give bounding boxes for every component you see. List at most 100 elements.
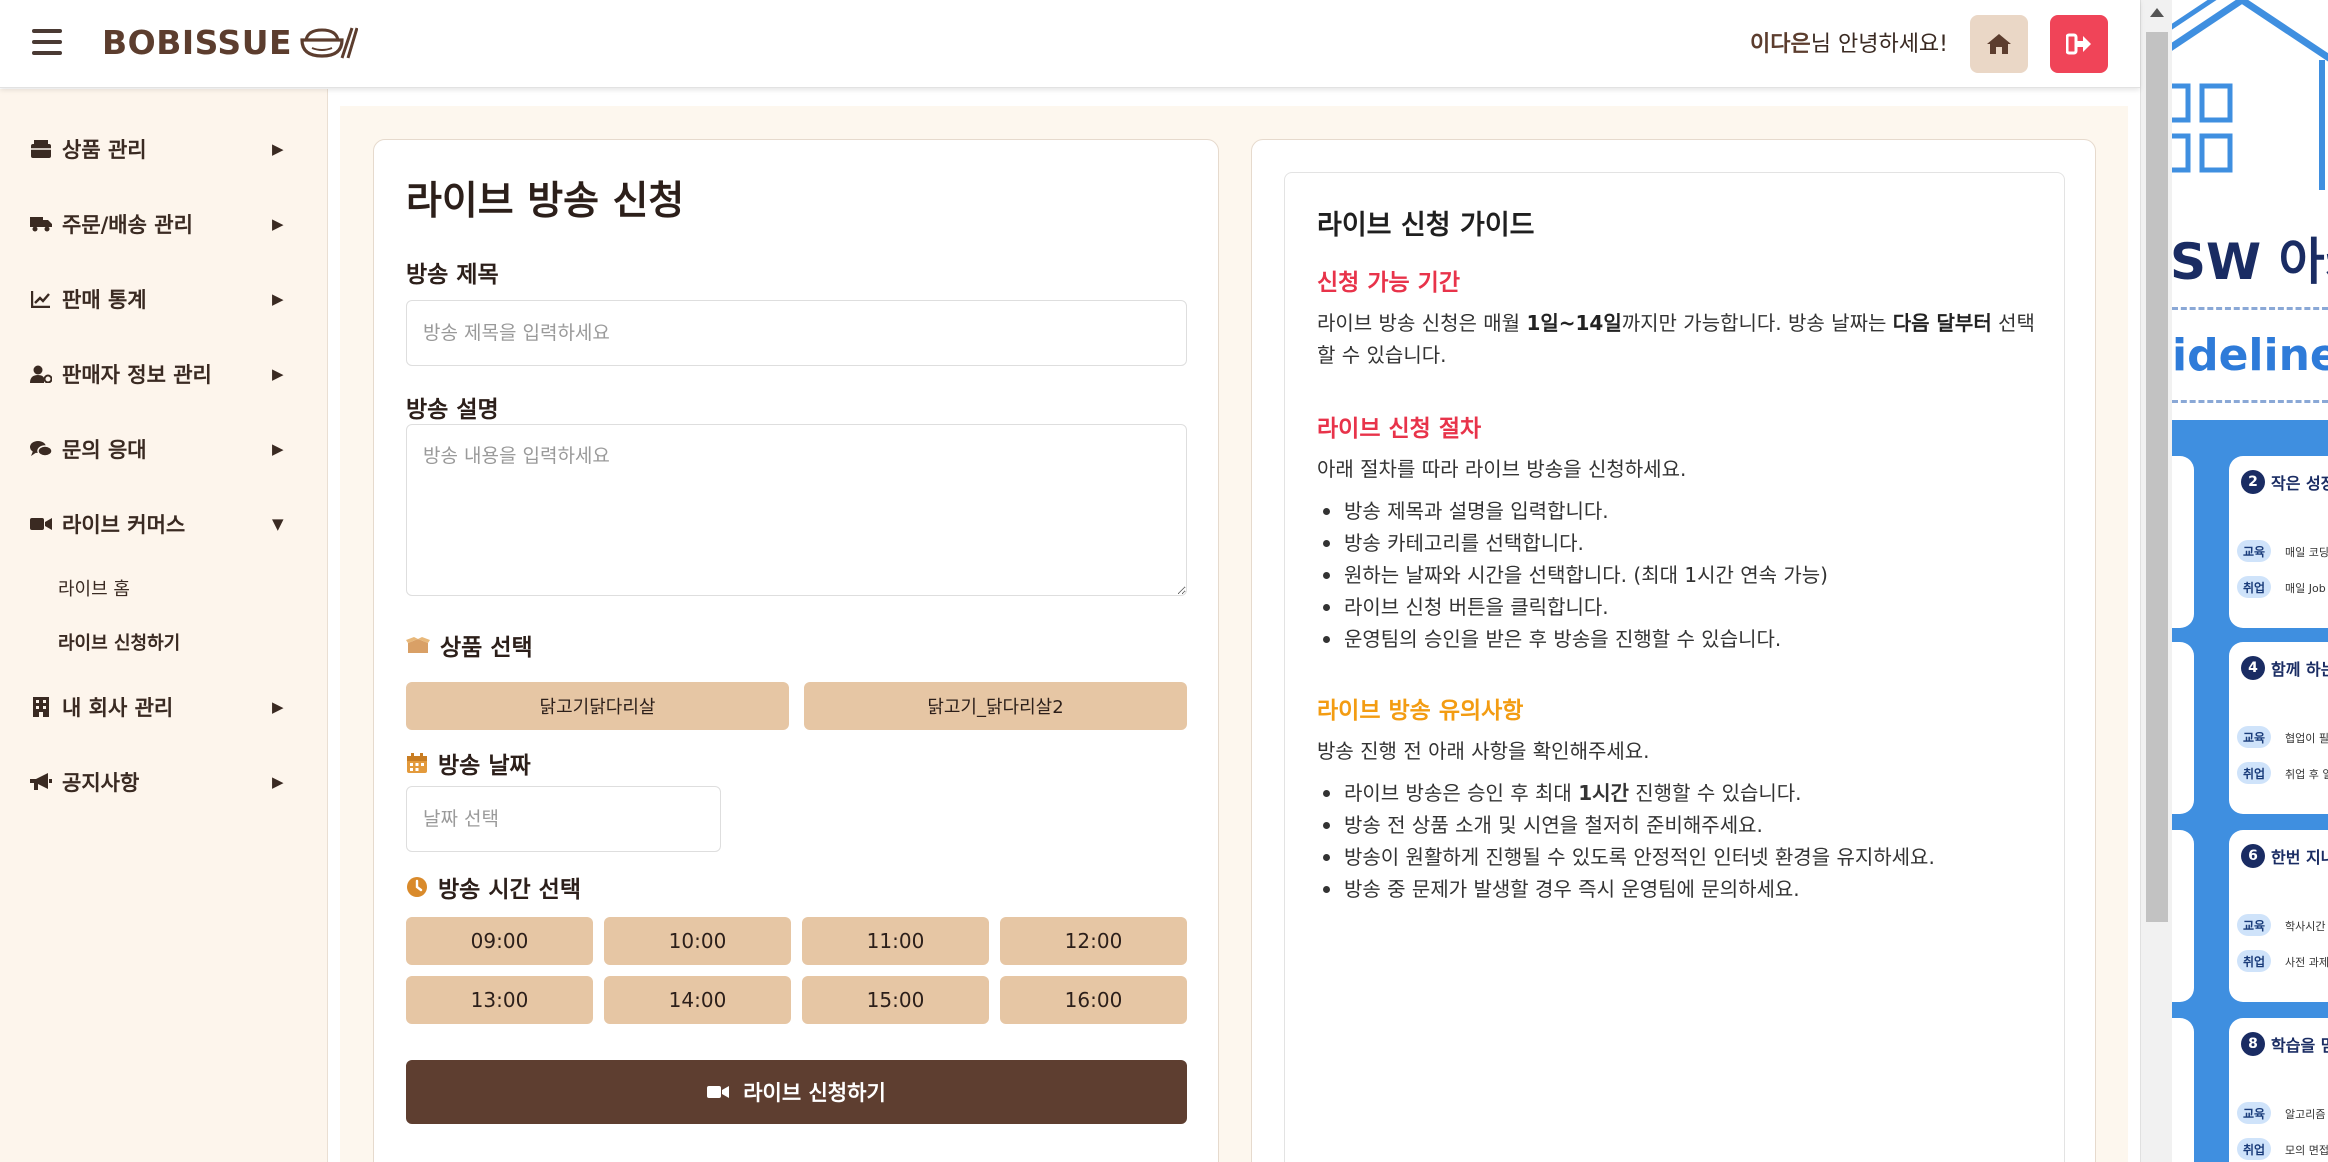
guide-period-heading: 신청 가능 기간: [1317, 270, 1460, 296]
greeting-suffix: 님 안녕하세요!: [1810, 32, 1948, 57]
box-open-icon: [406, 635, 430, 655]
broadcast-date-input[interactable]: [406, 786, 721, 852]
sidebar-subitem-live-apply[interactable]: 라이브 신청하기: [0, 615, 327, 669]
tag-badge: 교육: [2237, 540, 2272, 562]
poster-card: 8 학습을 멈추 교육 알고리즘 취업 모의 면접: [2229, 1018, 2328, 1162]
guide-period-text: 라이브 방송 신청은 매월 1일~14일까지만 가능합니다. 방송 날짜는 다음…: [1317, 307, 2037, 371]
list-item: 방송 카테고리를 선택합니다.: [1317, 527, 2037, 559]
menu-toggle-icon[interactable]: [32, 29, 62, 55]
sidebar-item-orders[interactable]: 주문/배송 관리 ▶: [0, 186, 327, 261]
text-bold: 1일~14일: [1526, 311, 1622, 335]
broadcast-title-input[interactable]: [406, 300, 1187, 366]
guide-card: 라이브 신청 가이드 신청 가능 기간 라이브 방송 신청은 매월 1일~14일…: [1284, 172, 2065, 1162]
logo[interactable]: BOBISSUE: [102, 22, 359, 62]
list-item: 방송 전 상품 소개 및 시연을 철저히 준비해주세요.: [1317, 809, 2037, 841]
building-icon: [30, 696, 52, 717]
list-item: 방송 제목과 설명을 입력합니다.: [1317, 495, 2037, 527]
card-heading: 작은 성장이: [2271, 474, 2328, 493]
main-content: 라이브 방송 신청 방송 제목 방송 설명 상품 선택 닭고기닭다리살 닭고기_…: [340, 106, 2128, 1162]
time-slot-button[interactable]: 13:00: [406, 976, 593, 1024]
tag-text: 학사시간: [2285, 920, 2326, 933]
tag-badge: 취업: [2237, 1138, 2272, 1160]
guide-panel: 라이브 신청 가이드 신청 가능 기간 라이브 방송 신청은 매월 1일~14일…: [1251, 139, 2096, 1162]
description-label: 방송 설명: [406, 397, 499, 423]
tag-text: 모의 면접: [2285, 1144, 2328, 1157]
chevron-right-icon: ▶: [272, 697, 284, 716]
date-label-text: 방송 날짜: [438, 753, 531, 779]
text-part: 까지만 가능합니다. 방송 날짜는: [1621, 311, 1893, 335]
time-slot-button[interactable]: 09:00: [406, 917, 593, 965]
tag-badge: 취업: [2237, 576, 2272, 598]
poster-blue-panel: 2 작은 성장이 교육 매일 코딩 취업 매일 Job 4 함께 하는 등 교육…: [2172, 420, 2328, 1162]
home-button[interactable]: [1970, 15, 2028, 73]
product-option-button[interactable]: 닭고기_닭다리살2: [804, 682, 1187, 730]
scroll-up-arrow-icon[interactable]: [2150, 8, 2164, 17]
user-name: 이다은: [1750, 32, 1811, 57]
time-slot-button[interactable]: 15:00: [802, 976, 989, 1024]
clock-icon: [406, 876, 428, 898]
time-slot-button[interactable]: 10:00: [604, 917, 791, 965]
poster-title: SW 아카: [2172, 233, 2328, 291]
tag-badge: 교육: [2237, 1102, 2272, 1124]
guide-procedure-intro: 아래 절차를 따라 라이브 방송을 신청하세요.: [1317, 457, 1687, 481]
tag-badge: 교육: [2237, 726, 2272, 748]
sidebar-item-label: 공지사항: [62, 770, 140, 795]
chevron-down-icon: ▼: [272, 514, 284, 533]
sidebar-item-company[interactable]: 내 회사 관리 ▶: [0, 669, 327, 744]
broadcast-description-textarea[interactable]: [406, 424, 1187, 596]
time-slot-button[interactable]: 14:00: [604, 976, 791, 1024]
text-part: 진행할 수 있습니다.: [1628, 781, 1802, 805]
step-number: 4: [2241, 656, 2265, 680]
guide-notes-heading: 라이브 방송 유의사항: [1317, 698, 1524, 724]
logout-icon: [2066, 33, 2091, 55]
time-slot-button[interactable]: 16:00: [1000, 976, 1187, 1024]
sidebar-item-stats[interactable]: 판매 통계 ▶: [0, 261, 327, 336]
poster-card-edge: [2172, 1018, 2194, 1162]
sidebar-item-label: 문의 응대: [62, 437, 147, 462]
poster-card: 4 함께 하는 등 교육 협업이 필 취업 취업 후 일: [2229, 642, 2328, 814]
tag-text: 사전 과제: [2285, 956, 2328, 969]
sidebar-item-inquiries[interactable]: 문의 응대 ▶: [0, 411, 327, 486]
card-heading: 학습을 멈추: [2271, 1036, 2328, 1055]
text-bold: 1시간: [1578, 781, 1629, 805]
chevron-right-icon: ▶: [272, 139, 284, 158]
time-slot-button[interactable]: 12:00: [1000, 917, 1187, 965]
poster-card-edge: [2172, 830, 2194, 1002]
text-bold: 다음 달부터: [1892, 311, 1992, 335]
chevron-right-icon: ▶: [272, 289, 284, 308]
sidebar-item-seller-info[interactable]: 판매자 정보 관리 ▶: [0, 336, 327, 411]
sidebar-item-label: 판매 통계: [62, 287, 147, 312]
calendar-icon: [406, 752, 428, 774]
guide-procedure-heading: 라이브 신청 절차: [1317, 416, 1482, 442]
scrollbar-thumb[interactable]: [2146, 32, 2168, 922]
guide-procedure-list: 방송 제목과 설명을 입력합니다. 방송 카테고리를 선택합니다. 원하는 날짜…: [1317, 495, 2037, 655]
time-label-text: 방송 시간 선택: [438, 877, 581, 903]
time-slot-button[interactable]: 11:00: [802, 917, 989, 965]
text-part: 라이브 방송은 승인 후 최대: [1344, 781, 1579, 805]
tag-badge: 취업: [2237, 950, 2272, 972]
video-icon: [30, 514, 52, 534]
list-item: 운영팀의 승인을 받은 후 방송을 진행할 수 있습니다.: [1317, 623, 2037, 655]
page-title: 라이브 방송 신청: [406, 179, 685, 224]
tag-text: 협업이 필: [2285, 732, 2328, 745]
product-option-button[interactable]: 닭고기닭다리살: [406, 682, 789, 730]
step-number: 2: [2241, 470, 2265, 494]
greeting: 이다은님 안녕하세요!: [1750, 26, 1948, 58]
live-apply-submit-button[interactable]: 라이브 신청하기: [406, 1060, 1187, 1124]
sidebar-item-label: 주문/배송 관리: [62, 212, 193, 237]
bullhorn-icon: [30, 772, 52, 792]
poster-subtitle: idelines: [2172, 330, 2328, 381]
logout-button[interactable]: [2050, 15, 2108, 73]
list-item: 원하는 날짜와 시간을 선택합니다. (최대 1시간 연속 가능): [1317, 559, 2037, 591]
sidebar-item-products[interactable]: 상품 관리 ▶: [0, 111, 327, 186]
sidebar-subitem-live-home[interactable]: 라이브 홈: [0, 561, 327, 615]
sidebar-item-notices[interactable]: 공지사항 ▶: [0, 744, 327, 819]
submit-label: 라이브 신청하기: [743, 1081, 886, 1105]
tag-text: 취업 후 일: [2285, 768, 2328, 781]
page-scrollbar[interactable]: [2140, 0, 2172, 1162]
sidebar-item-live-commerce[interactable]: 라이브 커머스 ▼: [0, 486, 327, 561]
product-label: 상품 선택: [406, 628, 533, 662]
guide-notes-list: 라이브 방송은 승인 후 최대 1시간 진행할 수 있습니다. 방송 전 상품 …: [1317, 777, 2037, 905]
logo-text: BOBISSUE: [102, 22, 293, 62]
sidebar-item-label: 판매자 정보 관리: [62, 362, 212, 387]
